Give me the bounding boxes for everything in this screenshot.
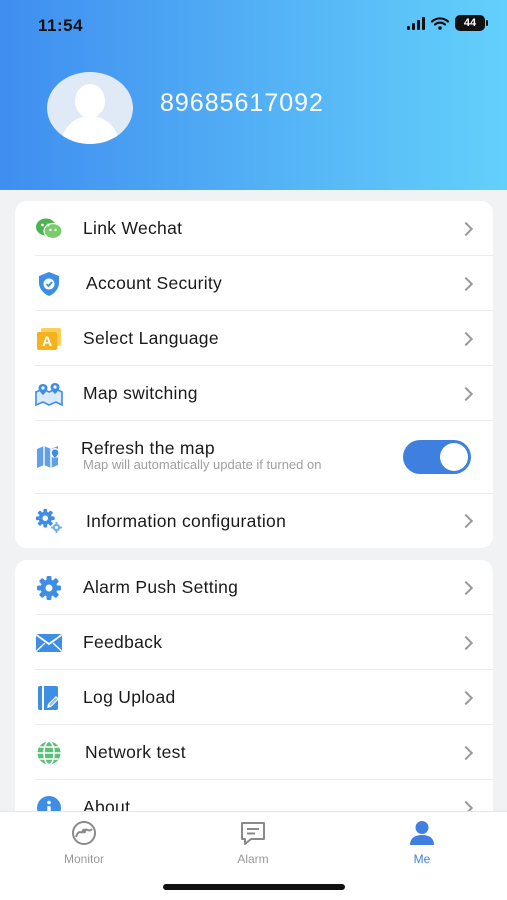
chevron-right-icon [458, 580, 474, 595]
map-refresh-icon [35, 443, 63, 471]
menu-item-label: Select Language [83, 328, 219, 348]
menu-item-label: Network test [85, 742, 186, 762]
chevron-right-icon [458, 276, 474, 291]
menu-item-label: Information configuration [86, 510, 287, 531]
status-time: 11:54 [38, 16, 84, 35]
gear-icon [35, 574, 63, 602]
language-icon: A [35, 325, 63, 353]
menu-item-map-switching[interactable]: Map switching [15, 366, 493, 421]
status-indicators: 44 [407, 15, 488, 31]
settings-group-1: Link Wechat Account Security A Select La… [15, 201, 493, 548]
menu-item-information-configuration[interactable]: Information configuration [15, 494, 493, 548]
menu-item-label: Map switching [83, 383, 198, 403]
menu-item-subtitle: Map will automatically update if turned … [83, 457, 322, 472]
user-id: 89685617092 [160, 89, 324, 117]
menu-item-label: Account Security [86, 273, 223, 293]
chevron-right-icon [458, 690, 474, 705]
wechat-icon [35, 215, 63, 243]
battery-icon: 44 [455, 15, 488, 31]
gears-icon [35, 507, 63, 535]
menu-item-account-security[interactable]: Account Security [15, 256, 493, 311]
globe-icon [35, 739, 63, 767]
settings-group-2: Alarm Push Setting Feedback Log Upload N… [15, 560, 493, 830]
chevron-right-icon [458, 386, 474, 401]
monitor-icon [72, 821, 96, 845]
chevron-right-icon [458, 635, 474, 650]
wifi-icon [431, 16, 449, 30]
signal-icon [407, 16, 425, 30]
tab-label: Me [413, 852, 431, 866]
tab-monitor[interactable]: Monitor [34, 820, 134, 875]
menu-item-label: Alarm Push Setting [83, 577, 239, 597]
menu-item-log-upload[interactable]: Log Upload [15, 670, 493, 725]
tab-me[interactable]: Me [372, 820, 472, 875]
home-indicator [163, 884, 345, 890]
menu-item-feedback[interactable]: Feedback [15, 615, 493, 670]
avatar[interactable] [47, 72, 133, 144]
refresh-map-toggle[interactable] [403, 440, 471, 474]
tab-label: Alarm [237, 852, 269, 866]
menu-item-label: Refresh the map [81, 438, 215, 458]
profile-header: 11:54 44 89685617092 [0, 0, 507, 190]
chevron-right-icon [458, 745, 474, 760]
alarm-message-icon [241, 822, 265, 845]
chevron-right-icon [458, 331, 474, 346]
svg-text:A: A [42, 333, 52, 349]
menu-item-alarm-push-setting[interactable]: Alarm Push Setting [15, 560, 493, 615]
tab-label: Monitor [63, 852, 104, 866]
menu-item-select-language[interactable]: A Select Language [15, 311, 493, 366]
menu-item-network-test[interactable]: Network test [15, 725, 493, 780]
map-switch-icon [35, 380, 63, 408]
envelope-icon [35, 629, 63, 657]
menu-item-label: Log Upload [83, 687, 176, 707]
log-upload-icon [35, 684, 63, 712]
menu-item-label: Feedback [83, 632, 163, 652]
menu-item-link-wechat[interactable]: Link Wechat [15, 201, 493, 256]
status-bar: 11:54 44 [0, 0, 507, 50]
person-icon [410, 821, 434, 845]
shield-icon [35, 270, 63, 298]
menu-item-label: Link Wechat [83, 218, 183, 238]
chevron-right-icon [458, 221, 474, 236]
chevron-right-icon [458, 513, 474, 529]
menu-item-refresh-map: Refresh the map Map will automatically u… [15, 421, 493, 494]
tab-alarm[interactable]: Alarm [203, 820, 303, 875]
